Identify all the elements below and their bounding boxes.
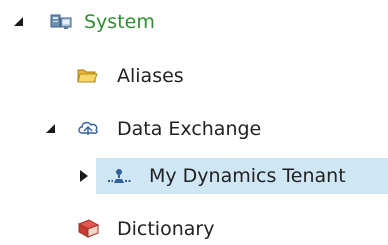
folder-icon xyxy=(76,64,98,86)
tree-node-data-exchange[interactable]: Data Exchange xyxy=(0,112,388,144)
tree-node-aliases[interactable]: Aliases xyxy=(0,58,388,90)
tree-node-dictionary[interactable]: Dictionary xyxy=(0,213,388,245)
tree-node-label: Aliases xyxy=(117,65,184,87)
tree-node-label: My Dynamics Tenant xyxy=(149,165,346,187)
tenant-icon xyxy=(105,165,131,187)
system-icon xyxy=(50,11,72,33)
tree-node-my-dynamics-tenant[interactable]: My Dynamics Tenant xyxy=(0,158,388,194)
tree-node-label: System xyxy=(84,11,155,33)
tree-node-label: Data Exchange xyxy=(117,118,262,140)
collapsed-arrow-icon[interactable] xyxy=(77,169,91,183)
expanded-arrow-icon[interactable] xyxy=(12,15,26,29)
cloud-sync-icon xyxy=(77,117,99,139)
book-icon xyxy=(77,217,99,239)
expanded-arrow-icon[interactable] xyxy=(44,122,58,136)
tree-node-label: Dictionary xyxy=(117,218,215,240)
tree-node-system[interactable]: System xyxy=(0,5,388,37)
navigation-tree: System Aliases Data Exchange My Dynamics… xyxy=(0,0,388,245)
